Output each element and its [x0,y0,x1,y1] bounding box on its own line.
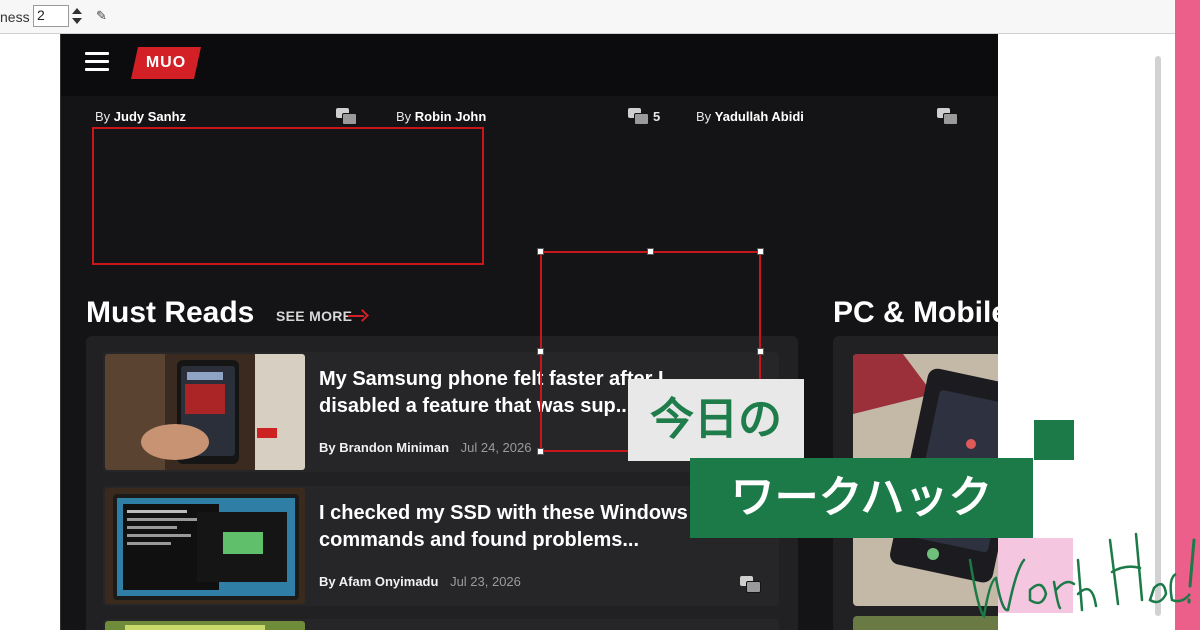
see-more-link[interactable]: SEE MORE [276,308,352,324]
banner-line-1: 今日の [628,379,804,461]
byline-3: By Yadullah Abidi [696,109,804,124]
article-author[interactable]: By Brandon Miniman [319,440,449,455]
byline-1: By Judy Sanhz [95,109,187,124]
article-author[interactable]: By Afam Onyimadu [319,574,438,589]
editor-toolbar: ness 2 ✎ [0,0,1175,34]
decorative-square [1034,420,1074,460]
site-logo[interactable]: MUO [131,47,201,79]
comments-icon[interactable] [628,108,649,125]
byline-2: By Robin John [396,109,487,124]
article-thumbnail[interactable] [105,488,305,604]
byline-author[interactable]: Yadullah Abidi [715,109,804,124]
article-card[interactable]: I checked my SSD with these Windows comm… [103,486,779,606]
spin-down-icon[interactable] [72,18,82,24]
resize-handle[interactable] [537,448,544,455]
comments-icon[interactable] [740,576,761,593]
article-thumbnail[interactable] [105,621,305,630]
thickness-label: ness [0,9,30,25]
thickness-stepper[interactable] [68,5,86,27]
byline-author[interactable]: Judy Sanhz [114,109,186,124]
comment-count: 5 [653,109,661,124]
article-date: Jul 24, 2026 [460,440,532,455]
site-header: MUO [61,34,998,96]
resize-handle[interactable] [537,248,544,255]
article-meta: By Brandon Miniman Jul 24, 2026 [319,440,531,455]
website-screenshot: MUO By Judy Sanhz By Robin John 5 By Yad… [60,34,998,630]
section-title-pc-mobile: PC & Mobile [833,296,998,329]
article-date: Jul 23, 2026 [450,574,521,589]
comments-icon[interactable] [336,108,357,125]
resize-handle[interactable] [647,248,654,255]
article-thumbnail[interactable] [105,354,305,470]
thickness-input[interactable]: 2 [33,5,69,27]
work-hack-signature-logo [968,532,1196,619]
arrow-right-icon[interactable] [348,309,368,323]
section-title-must-reads: Must Reads [86,296,255,329]
spin-up-icon[interactable] [72,8,82,14]
article-meta: By Afam Onyimadu Jul 23, 2026 [319,574,521,589]
resize-handle[interactable] [757,348,764,355]
resize-handle[interactable] [757,248,764,255]
comments-icon[interactable] [937,108,958,125]
byline-author[interactable]: Robin John [415,109,487,124]
hamburger-menu-icon[interactable] [85,52,109,72]
pen-tool-icon[interactable]: ✎ [96,8,107,24]
annotation-rectangle[interactable] [92,127,484,265]
resize-handle[interactable] [537,348,544,355]
article-card[interactable] [103,619,779,630]
